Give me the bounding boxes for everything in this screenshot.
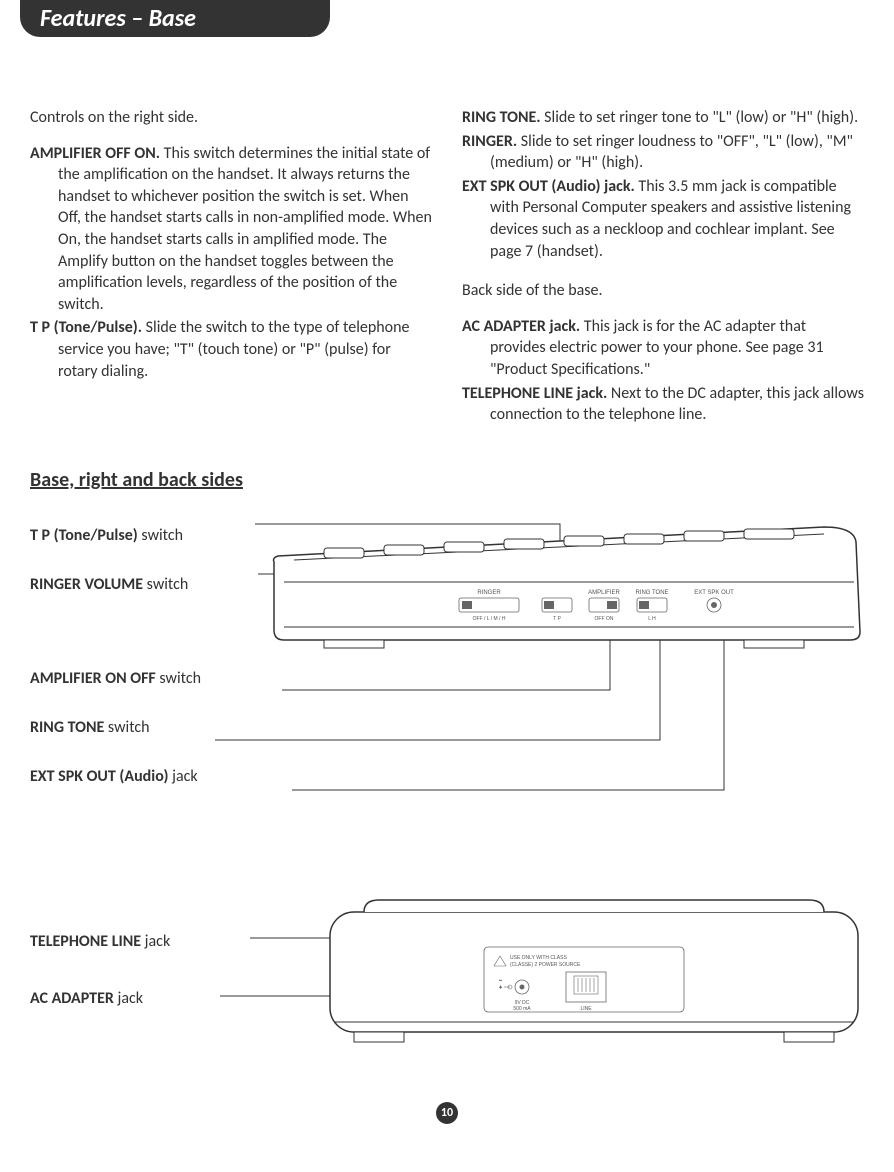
- page-number: 10: [30, 1102, 864, 1124]
- callout-amplifier: AMPLIFIER ON OFF switch: [30, 669, 310, 688]
- device-label-ringtone-sub: L H: [648, 616, 656, 622]
- svg-text:−: −: [499, 978, 502, 984]
- entry-ringer-title: RINGER.: [462, 132, 517, 151]
- entry-ac-title: AC ADAPTER jack.: [462, 317, 580, 336]
- callout-ac-adapter-rest: jack: [114, 989, 143, 1008]
- entry-ringer: RINGER. Slide to set ringer loudness to …: [462, 131, 864, 174]
- device-label-amplifier: AMPLIFIER: [588, 590, 620, 596]
- callout-ac-adapter-bold: AC ADAPTER: [30, 989, 114, 1008]
- entry-extspk-title: EXT SPK OUT (Audio) jack.: [462, 177, 635, 196]
- callout-extspk-bold: EXT SPK OUT (Audio): [30, 767, 169, 786]
- device-side-illustration: RINGER OFF / L / M / H T P AMPLIFIER OFF…: [264, 512, 864, 662]
- callout-telephone-line-bold: TELEPHONE LINE: [30, 932, 141, 951]
- entry-ringtone-body: Slide to set ringer tone to "L" (low) or…: [541, 108, 859, 127]
- callout-extspk: EXT SPK OUT (Audio) jack: [30, 767, 310, 786]
- callout-amplifier-rest: switch: [156, 669, 201, 688]
- section-header: Features – Base: [20, 0, 330, 37]
- callout-telephone-line: TELEPHONE LINE jack: [30, 932, 290, 951]
- device-label-ringtone: RING TONE: [635, 590, 668, 596]
- callout-ringtone-bold: RING TONE: [30, 718, 104, 737]
- entry-tp: T P (Tone/Pulse). Slide the switch to th…: [30, 317, 432, 382]
- diagram-back-area: TELEPHONE LINE jack AC ADAPTER jack USE …: [30, 902, 864, 1082]
- entry-ringer-body: Slide to set ringer loudness to "OFF", "…: [490, 132, 853, 173]
- entry-amplifier-body: This switch determines the initial state…: [58, 144, 432, 314]
- device-back-dc2: 500 mA: [513, 1006, 531, 1012]
- entry-ringtone-title: RING TONE.: [462, 108, 541, 127]
- callout-extspk-rest: jack: [169, 767, 198, 786]
- device-back-warn2: (CLASSE) 2 POWER SOURCE: [510, 962, 581, 968]
- entry-ringtone: RING TONE. Slide to set ringer tone to "…: [462, 107, 864, 129]
- callout-telephone-line-rest: jack: [141, 932, 170, 951]
- entry-tel: TELEPHONE LINE jack. Next to the DC adap…: [462, 383, 864, 426]
- intro-left: Controls on the right side.: [30, 107, 432, 129]
- device-label-ringer: RINGER: [477, 590, 501, 596]
- entry-extspk: EXT SPK OUT (Audio) jack. This 3.5 mm ja…: [462, 176, 864, 262]
- callout-amplifier-bold: AMPLIFIER ON OFF: [30, 669, 156, 688]
- svg-text:+: +: [499, 985, 502, 991]
- callout-tp-bold: T P (Tone/Pulse): [30, 526, 138, 545]
- callout-ringer-volume-rest: switch: [143, 575, 188, 594]
- device-back-illustration: USE ONLY WITH CLASS (CLASSE) 2 POWER SOU…: [324, 892, 864, 1052]
- callout-ringer-volume-bold: RINGER VOLUME: [30, 575, 143, 594]
- callout-tp-rest: switch: [138, 526, 183, 545]
- entry-ac: AC ADAPTER jack. This jack is for the AC…: [462, 316, 864, 381]
- callout-ringtone-rest: switch: [104, 718, 149, 737]
- entry-tp-title: T P (Tone/Pulse).: [30, 318, 142, 337]
- entry-amplifier: AMPLIFIER OFF ON. This switch determines…: [30, 143, 432, 316]
- subheading-base-sides: Base, right and back sides: [30, 468, 864, 492]
- right-column: RING TONE. Slide to set ringer tone to "…: [462, 107, 864, 428]
- callout-ac-adapter: AC ADAPTER jack: [30, 989, 290, 1008]
- back-diagram-labels: TELEPHONE LINE jack AC ADAPTER jack: [30, 922, 290, 1022]
- device-label-tp: T P: [553, 616, 561, 622]
- text-columns: Controls on the right side. AMPLIFIER OF…: [30, 107, 864, 428]
- device-back-warn1: USE ONLY WITH CLASS: [510, 955, 567, 961]
- diagram-side-area: T P (Tone/Pulse) switch RINGER VOLUME sw…: [30, 512, 864, 872]
- left-column: Controls on the right side. AMPLIFIER OF…: [30, 107, 432, 428]
- device-label-amp-sub: OFF ON: [595, 616, 614, 622]
- device-label-extspk: EXT SPK OUT: [694, 590, 734, 596]
- entry-amplifier-title: AMPLIFIER OFF ON.: [30, 144, 160, 163]
- intro-back: Back side of the base.: [462, 280, 864, 302]
- page-number-badge: 10: [436, 1102, 458, 1124]
- device-label-ringer-sub: OFF / L / M / H: [473, 616, 506, 622]
- callout-ringtone: RING TONE switch: [30, 718, 310, 737]
- entry-tel-title: TELEPHONE LINE jack.: [462, 384, 607, 403]
- device-back-line: LINE: [580, 1006, 592, 1012]
